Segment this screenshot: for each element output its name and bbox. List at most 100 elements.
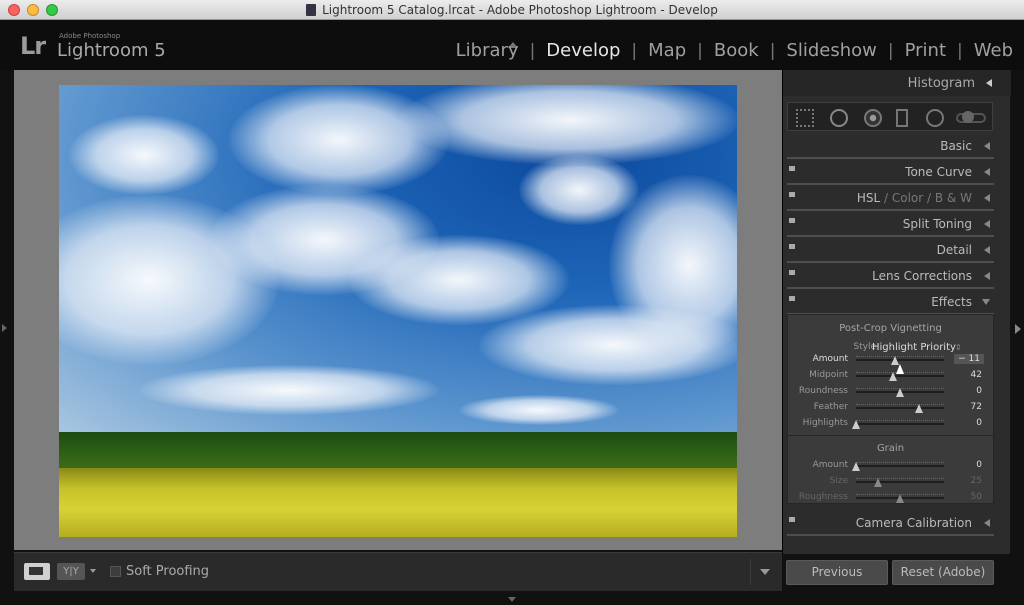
module-separator: | [769,40,776,61]
right-panel-buttons: Previous Reset (Adobe) [782,557,1010,591]
style-dropdown-icon[interactable]: ⇕ [955,343,962,352]
vignette-feather-slider[interactable]: Feather 72 [788,400,993,415]
panel-switch-icon[interactable] [789,244,795,249]
minimize-window-button[interactable] [27,4,39,16]
red-eye-icon[interactable] [864,109,882,127]
slider-value[interactable]: 0 [976,460,982,470]
left-panel-toggle-icon[interactable] [2,324,7,332]
slider-thumb[interactable] [874,478,882,487]
slider-track[interactable] [856,420,944,425]
soft-proofing-label: Soft Proofing [126,564,210,579]
slider-track[interactable] [856,462,944,467]
module-picker: Library | Develop | Map | Book | Slidesh… [455,40,1014,61]
slider-thumb[interactable] [852,462,860,471]
section-hsl[interactable]: HSL / Color / B & W [787,186,994,211]
photo-cloud [479,305,737,385]
slider-thumb[interactable] [915,404,924,413]
grain-amount-slider[interactable]: Amount 0 [788,458,993,473]
graduated-filter-icon[interactable] [896,109,908,127]
adjustment-brush-icon[interactable] [956,111,986,123]
panel-switch-icon[interactable] [789,296,795,301]
panel-switch-icon[interactable] [789,192,795,197]
slider-value[interactable]: − 11 [954,354,984,364]
before-after-button[interactable]: Y|Y [57,563,85,580]
photo-cloud [69,115,219,195]
module-web[interactable]: Web [973,40,1014,61]
soft-proofing-checkbox[interactable] [110,566,121,577]
reset-button[interactable]: Reset (Adobe) [892,560,994,585]
right-panel-toggle-icon[interactable] [1015,324,1021,334]
module-slideshow[interactable]: Slideshow [785,40,877,61]
loupe-view-button[interactable] [24,563,50,580]
vignette-roundness-slider[interactable]: Roundness 0 [788,384,993,399]
section-detail[interactable]: Detail [787,238,994,263]
vignette-highlights-slider[interactable]: Highlights 0 [788,416,993,431]
expand-chevron-icon[interactable] [984,194,990,202]
section-tone-curve[interactable]: Tone Curve [787,160,994,185]
slider-thumb[interactable] [896,494,904,503]
hsl-tab[interactable]: HSL [857,191,880,205]
toolbar-divider [750,559,751,585]
collapse-chevron-icon[interactable] [982,299,990,305]
section-camera-calibration[interactable]: Camera Calibration [787,511,994,536]
close-window-button[interactable] [8,4,20,16]
slider-track[interactable] [856,372,944,377]
panel-switch-icon[interactable] [789,166,795,171]
slider-value[interactable]: 42 [971,370,982,380]
module-print[interactable]: Print [904,40,947,61]
catalog-file-icon [306,3,317,16]
hsl-separator: / [927,191,932,205]
slider-track[interactable] [856,478,944,483]
panel-switch-icon[interactable] [789,218,795,223]
slider-value[interactable]: 50 [971,492,982,502]
panel-switch-icon[interactable] [789,270,795,275]
slider-thumb[interactable] [852,420,860,429]
slider-value[interactable]: 72 [971,402,982,412]
expand-chevron-icon[interactable] [984,246,990,254]
slider-thumb[interactable] [896,388,904,397]
expand-chevron-icon[interactable] [984,220,990,228]
toolbar-content-menu-icon[interactable] [760,569,770,575]
section-detail-label: Detail [936,243,972,257]
section-effects[interactable]: Effects [787,290,994,315]
bw-tab[interactable]: B & W [935,191,972,205]
previous-button[interactable]: Previous [786,560,888,585]
slider-value[interactable]: 0 [976,386,982,396]
module-map[interactable]: Map [647,40,687,61]
histogram-header[interactable]: Histogram [783,70,1011,96]
grain-roughness-slider[interactable]: Roughness 50 [788,490,993,505]
section-basic[interactable]: Basic [787,134,994,159]
expand-chevron-icon[interactable] [984,519,990,527]
before-after-dropdown-icon[interactable] [90,569,96,573]
radial-filter-icon[interactable] [926,109,944,127]
filmstrip-toggle-icon[interactable] [508,597,516,602]
expand-chevron-icon[interactable] [984,272,990,280]
module-book[interactable]: Book [713,40,760,61]
histogram-collapse-icon[interactable] [986,79,992,87]
expand-chevron-icon[interactable] [984,168,990,176]
color-tab[interactable]: Color [892,191,923,205]
section-lens-corrections[interactable]: Lens Corrections [787,264,994,289]
effects-panel-body: Post-Crop Vignetting Style Highlight Pri… [787,314,994,504]
section-split-toning[interactable]: Split Toning [787,212,994,237]
slider-label: Amount [812,460,848,470]
grain-size-slider[interactable]: Size 25 [788,474,993,489]
module-library[interactable]: Library [455,40,520,61]
loupe-view[interactable] [14,70,782,550]
vignette-midpoint-slider[interactable]: Midpoint 42 [788,368,993,383]
crop-overlay-icon[interactable] [796,109,814,127]
slider-track[interactable] [856,356,944,361]
slider-track[interactable] [856,404,944,409]
photo-green-field [59,432,737,472]
slider-value[interactable]: 25 [971,476,982,486]
zoom-window-button[interactable] [46,4,58,16]
panel-switch-icon[interactable] [789,517,795,522]
slider-value[interactable]: 0 [976,418,982,428]
vignette-amount-slider[interactable]: Amount − 11 [788,352,993,367]
module-develop[interactable]: Develop [545,40,621,61]
window-title-bar: Lightroom 5 Catalog.lrcat - Adobe Photos… [0,0,1024,20]
spot-removal-icon[interactable] [830,109,848,127]
right-panel: Histogram Basic Tone Curve HSL / Color /… [782,70,1011,554]
photo-preview[interactable] [59,85,737,537]
expand-chevron-icon[interactable] [984,142,990,150]
